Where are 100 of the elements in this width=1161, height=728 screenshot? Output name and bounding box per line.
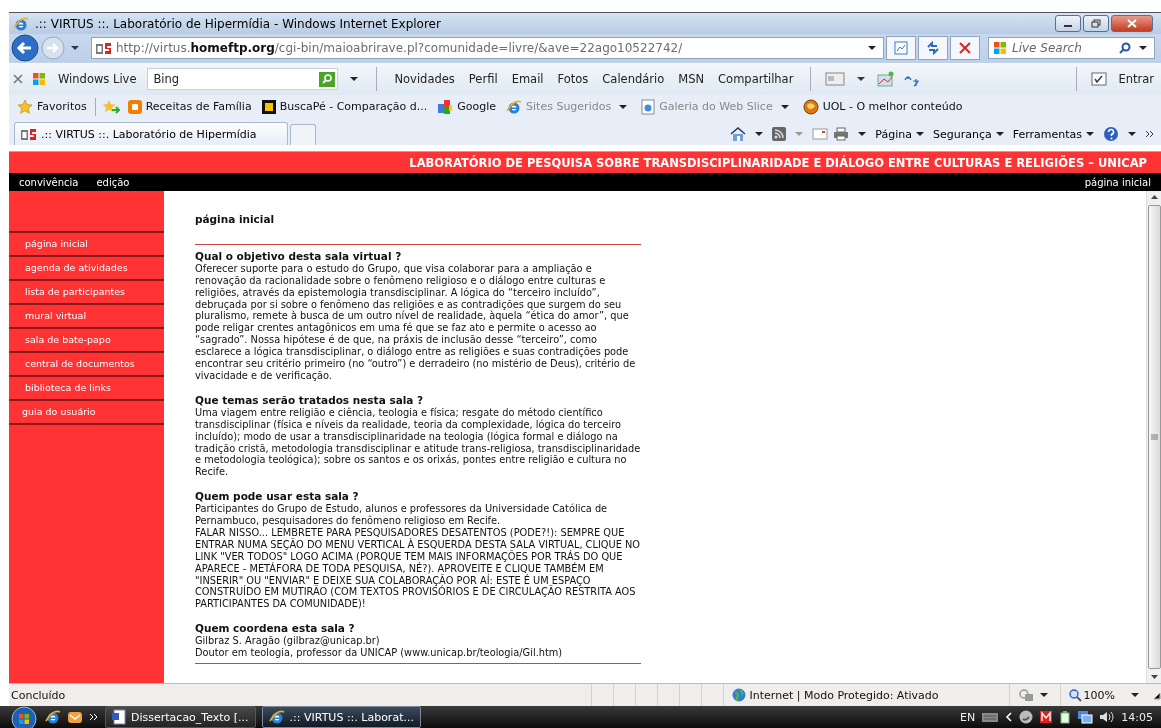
toolbar-link[interactable]: Perfil [465, 72, 501, 86]
dropdown-caret-icon [857, 77, 866, 81]
dropdown-caret-icon [619, 104, 628, 109]
toolbar-link[interactable]: Novidades [391, 72, 458, 86]
scrollbar[interactable] [1146, 191, 1161, 683]
caret-icon [795, 132, 804, 136]
paragraph: Uma viagem entre religião e ciência, teologia e física; resgate do método científico transdisciplinar (física e níveis da realidade, teoria da complexidade, lógica do terceiro incluído); modo de usar a transdisciplinaridade na teologia (lógica formal e diálogo na tradição cristã, metodologia transdisciplinar e atitude trans-religiosa, transdisciplinaridade e metodologia teológica); sobre os santos e os orixás, pontes entre religião e cultura no Recife. [195, 406, 641, 479]
speaker-icon[interactable] [1099, 710, 1116, 724]
favorite-link[interactable]: Google [435, 98, 499, 115]
stop-button[interactable] [950, 36, 980, 60]
printer-icon[interactable] [833, 127, 850, 141]
close-icon [1127, 19, 1137, 28]
star-icon [17, 98, 33, 115]
windows-live-button[interactable]: Windows Live [55, 72, 140, 86]
site-icon [20, 127, 37, 141]
refresh-icon [926, 41, 940, 55]
status-text: Concluído [10, 688, 67, 702]
checkbox-icon[interactable] [1091, 72, 1108, 86]
favorite-link[interactable]: UOL - O melhor conteúdo [800, 98, 965, 115]
sign-in-link[interactable]: Entrar [1115, 72, 1157, 86]
close-icon[interactable] [13, 74, 23, 84]
mail-icon[interactable] [812, 128, 829, 140]
circle-icon[interactable] [1019, 710, 1034, 724]
history-caret-icon [71, 46, 79, 50]
restore-button[interactable] [1083, 15, 1109, 32]
sidebar-item[interactable]: mural virtual [9, 305, 164, 329]
help-icon[interactable] [1103, 126, 1119, 142]
sidebar-item[interactable]: página inicial [9, 233, 164, 257]
resize-grip-icon[interactable] [1151, 690, 1161, 700]
sidebar-item[interactable]: biblioteca de links [9, 377, 164, 401]
paragraph: Doutor em teologia, professor da UNICAP (www.unicap.br/teologia/Gil.htm) [195, 647, 564, 659]
favorite-link[interactable]: BuscaPé - Comparação d... [259, 99, 430, 114]
menu-button[interactable]: Segurança [932, 127, 1008, 141]
search-field[interactable]: Bing [147, 68, 339, 90]
toolbar-link[interactable]: Fotos [554, 72, 592, 86]
keyboard-icon[interactable] [981, 711, 1000, 723]
page-icon [641, 98, 656, 115]
search-field[interactable]: Live Search [988, 37, 1155, 59]
refresh-button[interactable] [918, 36, 948, 60]
search-icon[interactable] [1119, 42, 1131, 54]
page-title: página inicial [195, 214, 276, 226]
sidebar-item[interactable]: lista de participantes [9, 281, 164, 305]
browser-tab[interactable]: .:: VIRTUS ::. Laboratório de Hipermídia [14, 122, 288, 145]
caret-icon [755, 132, 764, 136]
add-favorite-icon[interactable] [101, 98, 120, 115]
sidebar-item[interactable]: guia do usuário [9, 401, 164, 425]
close-button[interactable] [1111, 15, 1153, 32]
chevron-left-icon[interactable] [1005, 712, 1014, 722]
minimize-button[interactable] [1055, 15, 1081, 32]
globe-icon [802, 98, 819, 115]
chevron-icon[interactable] [1145, 129, 1155, 139]
section-heading: Quem coordena esta sala ? [195, 623, 356, 636]
map-icon[interactable] [877, 71, 896, 87]
compatibility-button[interactable] [886, 36, 916, 60]
sidebar-item[interactable]: central de documentos [9, 353, 164, 377]
back-button[interactable] [11, 34, 39, 62]
nav-link[interactable]: convivência [19, 176, 79, 188]
letter-tile-icon [261, 99, 276, 114]
envelope-icon[interactable] [67, 709, 83, 725]
network-icon[interactable] [1077, 710, 1094, 724]
ie-logo-icon [13, 15, 29, 32]
nav-link[interactable]: página inicial [1084, 176, 1151, 188]
paragraph: FALAR NISSO... LEMBRETE PARA PESQUISADORES DESATENTOS (PODE?!): SEMPRE QUE ENTRAR NUMA SEÇÃO DO MENU VERTICAL À ESQUERDA DESTA SALA VIRTUAL, CLIQUE NO LINK "VER TODOS" LOGO ACIMA (PORQUE TEM MAIS INFORMAÇÕES POR TRÁS DO QUE APARECE - METÁFORA DE TODA PESQUISA, NÉ?). APROVEITE E CLIQUE TAMBÉM EM "INSERIR" OU "ENVIAR" E DEIXE SUA COLABORAÇÃO POR AÍ: ESTE É UM ESPAÇO CONSTRUÍDO EM MUTIRÃO (COM TEXTOS PROVISÓRIOS E DE CIRCULAÇÃO RESTRITA AOS PARTICIPANTES DA COMUNIDADE)! [195, 526, 641, 611]
dropdown-caret-icon [868, 46, 876, 50]
search-icon [322, 74, 333, 84]
restore-icon [1091, 19, 1101, 28]
toolbar-link[interactable]: Calendário [599, 72, 668, 86]
toolbar-link[interactable]: Email [508, 72, 547, 86]
feed-icon[interactable] [772, 127, 787, 141]
ie-icon [506, 98, 523, 115]
power-icon[interactable] [1059, 710, 1072, 724]
nav-link[interactable]: edição [96, 176, 130, 188]
dropdown-caret-icon [780, 104, 789, 109]
sidebar-item[interactable]: sala de bate-papo [9, 329, 164, 353]
taskbar-button[interactable]: Dissertacao_Texto [... [105, 706, 256, 728]
globe-icon [731, 688, 746, 702]
taskbar-button[interactable]: .:: VIRTUS ::. Laborat... [261, 706, 421, 728]
menu-button[interactable]: Ferramentas [1012, 127, 1098, 141]
paragraph: Gilbraz S. Aragão (gilbraz@unicap.br) [195, 635, 381, 648]
window-title: .:: VIRTUS ::. Laboratório de Hipermídia - Windows Internet Explorer [35, 16, 442, 31]
blog-icon [127, 99, 142, 114]
language-indicator[interactable]: EN [960, 710, 976, 724]
ie-icon [268, 709, 285, 725]
home-icon[interactable] [730, 126, 747, 142]
start-button[interactable] [9, 706, 39, 728]
ie-icon[interactable] [45, 709, 61, 725]
favorite-link[interactable]: Receitas de Família [125, 99, 254, 114]
site-header: LABORATÓRIO DE PESQUISA SOBRE TRANSDISCIPLINARIDADE E DIÁLOGO ENTRE CULTURAS E RELIGIÕES – UNICAP [9, 152, 1161, 173]
sidebar-item[interactable]: agenda de atividades [9, 257, 164, 281]
section-heading: Qual o objetivo desta sala virtual ? [195, 250, 403, 263]
toolbar-link[interactable]: MSN [675, 72, 708, 86]
favorites-button[interactable]: Favoritos [15, 98, 89, 115]
broken-page-icon [894, 41, 908, 55]
address-field[interactable]: http://virtus.homeftp.org/cgi-bin/maioabrirave.pl?comunidade=livre/&ave=22ago10522742/ [91, 37, 884, 59]
caret-icon [1131, 693, 1139, 697]
clock[interactable]: 14:05 [1121, 710, 1153, 724]
menu-button[interactable]: Página [875, 127, 928, 141]
search-button[interactable] [319, 71, 336, 87]
toolbar-link[interactable]: Compartilhar [715, 72, 797, 86]
caret-icon [1128, 132, 1136, 136]
